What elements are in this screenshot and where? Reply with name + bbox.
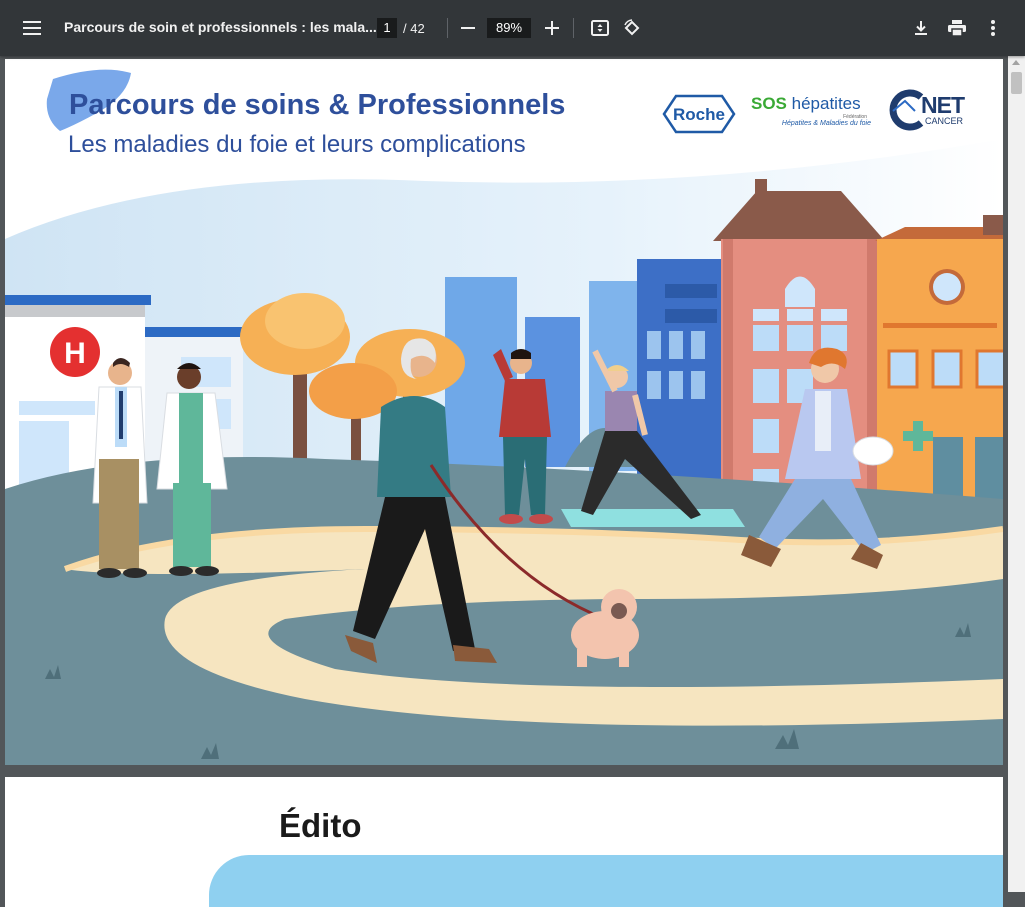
scroll-up-arrow-icon[interactable]	[1012, 60, 1020, 65]
roche-logo: Roche	[662, 94, 736, 139]
fit-page-button[interactable]	[584, 12, 616, 44]
rotate-button[interactable]	[616, 12, 648, 44]
pdf-page-2: Édito	[5, 777, 1003, 907]
svg-text:H: H	[64, 337, 86, 370]
scrollbar-thumb[interactable]	[1011, 72, 1022, 94]
cover-subtitle: Les maladies du foie et leurs complicati…	[68, 131, 526, 158]
toolbar-divider	[573, 18, 574, 38]
sos-hepatites-logo: SOS hépatites Fédération Hépatites & Mal…	[751, 94, 871, 127]
rotate-icon	[624, 19, 640, 36]
download-button[interactable]	[905, 12, 937, 44]
print-icon	[948, 20, 966, 36]
pdf-toolbar: Parcours de soin et professionnels : les…	[0, 0, 1025, 56]
download-icon	[915, 21, 927, 35]
doctor-white-coat	[92, 358, 148, 578]
cover-title: Parcours de soins & Professionnels	[69, 89, 566, 121]
toolbar-divider	[447, 18, 448, 38]
svg-text:Roche: Roche	[673, 105, 725, 124]
pdf-page-1: H Parcours de soins & Professionnels Les…	[5, 59, 1003, 765]
menu-icon	[23, 21, 41, 35]
print-button[interactable]	[941, 12, 973, 44]
zoom-in-icon	[545, 21, 559, 35]
zoom-in-button[interactable]	[536, 12, 568, 44]
zoom-level-input[interactable]: 89%	[487, 18, 531, 38]
page-number-input[interactable]: 1	[377, 18, 397, 38]
more-options-button[interactable]	[977, 12, 1009, 44]
net-cancer-emblem	[889, 89, 924, 131]
vertical-scrollbar[interactable]	[1008, 56, 1025, 892]
more-options-icon	[991, 20, 995, 36]
sos-hepatites-wordmark: SOS hépatites	[751, 94, 861, 113]
edito-banner	[209, 855, 1003, 907]
zoom-out-icon	[461, 27, 475, 29]
net-cancer-logo: NET CANCER	[885, 89, 965, 136]
menu-button[interactable]	[16, 12, 48, 44]
document-title: Parcours de soin et professionnels : les…	[64, 19, 377, 35]
fit-page-icon	[591, 20, 609, 36]
edito-heading: Édito	[279, 807, 362, 844]
zoom-out-button[interactable]	[452, 12, 484, 44]
page-total: / 42	[403, 21, 425, 36]
cover-illustration: H	[5, 69, 1003, 765]
